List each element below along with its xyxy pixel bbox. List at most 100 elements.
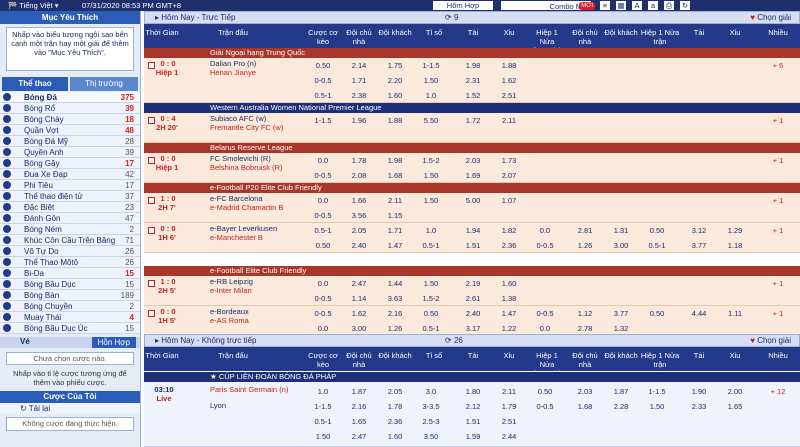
odds-cell[interactable]: 1.73	[492, 156, 526, 165]
odds-cell[interactable]: 1.50	[306, 432, 340, 441]
odds-cell[interactable]: 1.50	[414, 196, 448, 205]
odds-cell[interactable]: 1.52	[456, 91, 490, 100]
odds-cell[interactable]: 1.0	[306, 387, 340, 396]
more-markets-link[interactable]: + 1	[760, 156, 796, 165]
odds-cell[interactable]: 1-1.5	[414, 61, 448, 70]
away-team[interactable]: Belshina Bobruisk (R)	[210, 164, 306, 172]
more-markets-link[interactable]: + 1	[760, 196, 796, 205]
sidebar-item-sport[interactable]: Bóng Bầu Dục Úc 15	[0, 323, 140, 334]
odds-cell[interactable]: 2.81	[568, 226, 602, 235]
odds-cell[interactable]: 0.5-1	[306, 226, 340, 235]
odds-cell[interactable]: 0-0.5	[306, 309, 340, 318]
odds-cell[interactable]: 1.26	[378, 324, 412, 333]
odds-cell[interactable]: 2.11	[492, 387, 526, 396]
odds-cell[interactable]: 2.16	[378, 309, 412, 318]
odds-cell[interactable]: 1.78	[342, 156, 376, 165]
odds-cell[interactable]: 2.14	[342, 61, 376, 70]
odds-cell[interactable]: 2.78	[568, 324, 602, 333]
no-selection-button[interactable]: Chưa chọn cược nào.	[6, 352, 134, 365]
odds-cell[interactable]: 2.07	[492, 171, 526, 180]
odds-cell[interactable]: 1.44	[378, 279, 412, 288]
odds-cell[interactable]: 1.62	[492, 76, 526, 85]
language-select[interactable]: 🏁 Tiếng Việt ▾	[8, 1, 59, 10]
more-markets-link[interactable]: + 1	[760, 116, 796, 125]
odds-cell[interactable]: 1.80	[456, 387, 490, 396]
home-team[interactable]: e-Bordeaux	[210, 308, 306, 316]
odds-cell[interactable]: 1.26	[568, 241, 602, 250]
choose-league-button[interactable]: ♥ Chọn giải	[750, 13, 791, 22]
odds-cell[interactable]: 2.05	[342, 226, 376, 235]
odds-cell[interactable]: 0.50	[306, 61, 340, 70]
odds-cell[interactable]: 1.82	[492, 226, 526, 235]
reload-link[interactable]: ↻ Tải lại	[0, 403, 140, 414]
odds-cell[interactable]: 2.36	[492, 241, 526, 250]
odds-cell[interactable]: 1.0	[414, 226, 448, 235]
odds-cell[interactable]: 5.00	[456, 196, 490, 205]
home-team[interactable]: e-Bayer Leverkusen	[210, 225, 306, 233]
odds-cell[interactable]: 1.94	[456, 226, 490, 235]
odds-cell[interactable]: 2.28	[604, 402, 638, 411]
odds-cell[interactable]: 1.18	[718, 241, 752, 250]
odds-cell[interactable]: 1.59	[456, 432, 490, 441]
odds-cell[interactable]: 2.47	[342, 279, 376, 288]
odds-cell[interactable]: 1.15	[378, 211, 412, 220]
font-size-small-icon[interactable]: a	[648, 1, 658, 10]
odds-cell[interactable]: 1.68	[378, 171, 412, 180]
odds-cell[interactable]: 2.12	[456, 402, 490, 411]
odds-cell[interactable]: 1.51	[456, 417, 490, 426]
combo-parlay-button[interactable]: Combo Mix Parlay MỚI	[500, 0, 595, 20]
sidebar-item-sport[interactable]: Bóng Đá Mỹ 28	[0, 136, 140, 147]
odds-cell[interactable]: 3.00	[604, 241, 638, 250]
away-team[interactable]: e-Inter Milan	[210, 287, 306, 295]
odds-cell[interactable]: 1.47	[378, 241, 412, 250]
odds-cell[interactable]: 1.68	[568, 402, 602, 411]
font-size-icon[interactable]: A	[632, 1, 642, 10]
sidebar-item-sport[interactable]: Quyền Anh 39	[0, 147, 140, 158]
odds-cell[interactable]: 3.63	[378, 294, 412, 303]
odds-cell[interactable]: 3.00	[342, 324, 376, 333]
odds-cell[interactable]: 1.90	[682, 387, 716, 396]
sidebar-item-sport[interactable]: Thể thao điện tử 37	[0, 191, 140, 202]
odds-cell[interactable]: 1.60	[492, 279, 526, 288]
ve-label[interactable]: Vé	[20, 337, 30, 346]
odds-cell[interactable]: 5.50	[414, 116, 448, 125]
more-markets-link[interactable]: + 1	[760, 279, 796, 288]
odds-cell[interactable]: 1.87	[604, 387, 638, 396]
odds-cell[interactable]: 0.5-1	[414, 241, 448, 250]
away-team[interactable]: e-Madrid Chamartin B	[210, 204, 306, 212]
sidebar-item-sport[interactable]: Đánh Gôn 47	[0, 213, 140, 224]
odds-cell[interactable]: 1.62	[342, 309, 376, 318]
league-header[interactable]: Giải Ngoại hạng Trung Quốc	[144, 48, 800, 58]
odds-cell[interactable]: 2.03	[456, 156, 490, 165]
away-team[interactable]: Lyon	[210, 402, 306, 410]
odds-cell[interactable]: 0-0.5	[528, 402, 562, 411]
odds-cell[interactable]: 1.69	[456, 171, 490, 180]
mixed-button[interactable]: Hỗn Hợp	[91, 337, 136, 348]
odds-cell[interactable]: 1.50	[414, 171, 448, 180]
odds-cell[interactable]: 1.71	[378, 226, 412, 235]
sidebar-item-sport[interactable]: Bi-Da 15	[0, 268, 140, 279]
odds-cell[interactable]: 0-0.5	[306, 294, 340, 303]
away-team[interactable]: e-Manchester B	[210, 234, 306, 242]
odds-cell[interactable]: 1-1.5	[306, 402, 340, 411]
odds-cell[interactable]: 1.87	[342, 387, 376, 396]
odds-cell[interactable]: 2.08	[342, 171, 376, 180]
odds-cell[interactable]: 0-0.5	[528, 309, 562, 318]
odds-cell[interactable]: 1.88	[492, 61, 526, 70]
odds-cell[interactable]: 1.79	[492, 402, 526, 411]
sidebar-item-sport[interactable]: Bóng Bàn 189	[0, 290, 140, 301]
odds-cell[interactable]: 2.47	[342, 432, 376, 441]
odds-cell[interactable]: 0-0.5	[306, 76, 340, 85]
odds-cell[interactable]: 1.32	[604, 324, 638, 333]
odds-cell[interactable]: 0.0	[306, 196, 340, 205]
odds-cell[interactable]: 0.50	[640, 226, 674, 235]
odds-cell[interactable]: 1-1.5	[640, 387, 674, 396]
odds-cell[interactable]: 4.44	[682, 309, 716, 318]
odds-cell[interactable]: 2.36	[378, 417, 412, 426]
odds-cell[interactable]: 1.60	[378, 432, 412, 441]
grid-icon[interactable]: ▦	[616, 1, 626, 10]
odds-cell[interactable]: 1.38	[492, 294, 526, 303]
home-team[interactable]: Subiaco AFC (w)	[210, 115, 306, 123]
odds-cell[interactable]: 1.98	[456, 61, 490, 70]
odds-cell[interactable]: 1.11	[718, 309, 752, 318]
